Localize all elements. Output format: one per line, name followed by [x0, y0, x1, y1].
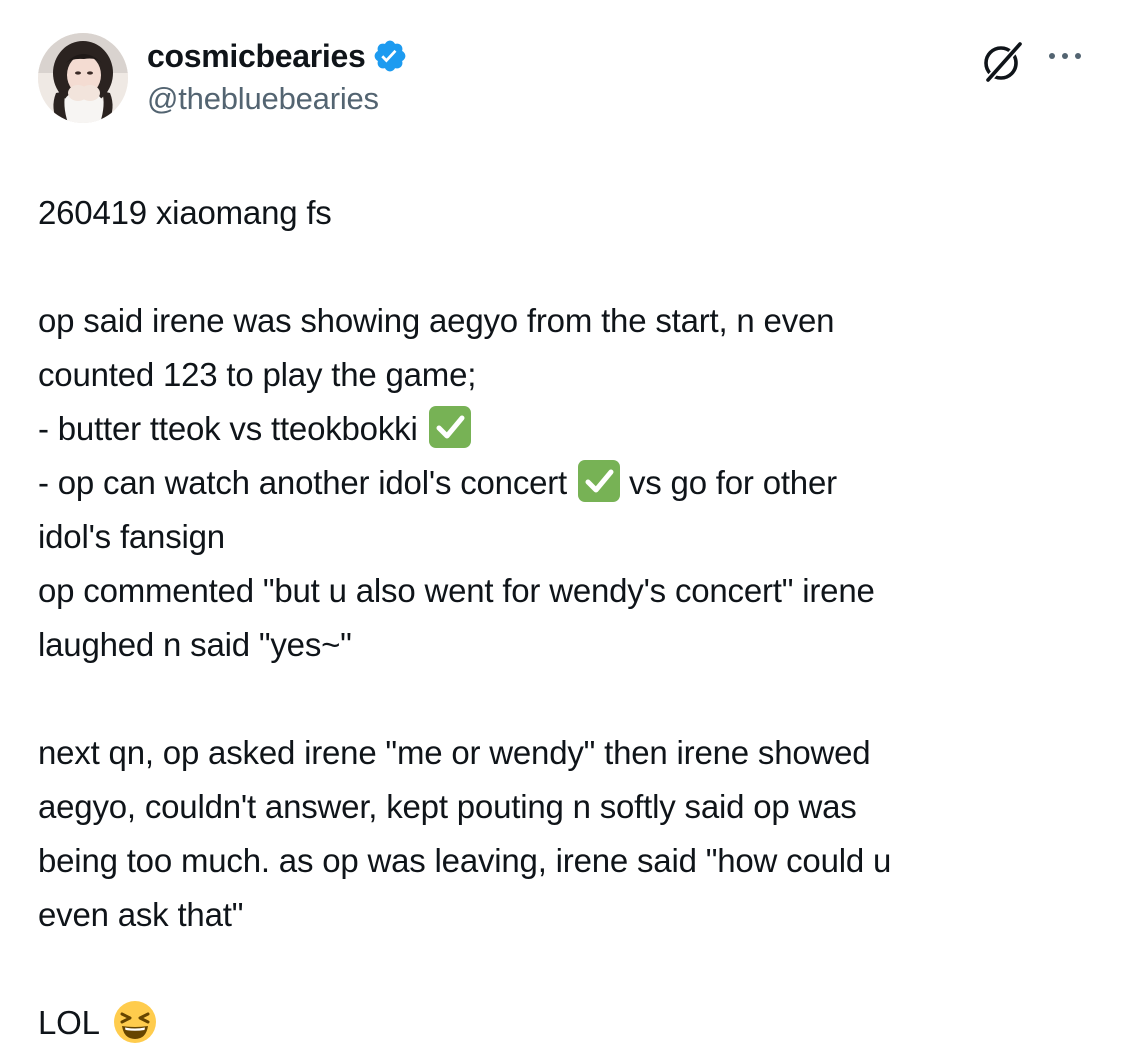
grok-icon[interactable]	[980, 38, 1026, 84]
user-handle[interactable]: @thebluebearies	[147, 81, 379, 117]
post-line: counted 123 to play the game;	[38, 356, 477, 393]
post-line-text: - butter tteok vs tteokbokki	[38, 410, 418, 447]
post-line-text: vs go for other	[628, 464, 837, 501]
post-line: next qn, op asked irene "me or wendy" th…	[38, 734, 871, 771]
post-line: aegyo, couldn't answer, kept pouting n s…	[38, 788, 857, 825]
avatar[interactable]	[38, 33, 128, 123]
post-line-text: - op can watch another idol's concert	[38, 464, 568, 501]
post-line: idol's fansign	[38, 518, 225, 555]
post-line-text: LOL	[38, 1004, 99, 1041]
author-name-row[interactable]: cosmicbearies	[147, 36, 408, 76]
post-line: op said irene was showing aegyo from the…	[38, 302, 835, 339]
post-card: cosmicbearies @thebluebearies 260419 xia…	[0, 0, 1123, 1062]
check-mark-emoji	[578, 460, 620, 502]
post-line-with-check: - op can watch another idol's concert vs…	[38, 456, 1078, 510]
post-line: even ask that"	[38, 896, 244, 933]
grinning-squinting-face-emoji	[112, 999, 158, 1045]
post-line: laughed n said "yes~"	[38, 626, 352, 663]
avatar-image	[38, 33, 128, 123]
post-line-with-check: - butter tteok vs tteokbokki	[38, 402, 1078, 456]
post-line-with-emoji: LOL	[38, 996, 1078, 1050]
display-name[interactable]: cosmicbearies	[147, 38, 366, 75]
post-line: op commented "but u also went for wendy'…	[38, 572, 875, 609]
post-line: 260419 xiaomang fs	[38, 194, 332, 231]
post-text: 260419 xiaomang fs op said irene was sho…	[38, 186, 1078, 1050]
more-dots-icon[interactable]	[1046, 46, 1084, 66]
post-line: being too much. as op was leaving, irene…	[38, 842, 892, 879]
verified-badge-icon[interactable]	[372, 38, 408, 74]
check-mark-emoji	[428, 406, 471, 448]
